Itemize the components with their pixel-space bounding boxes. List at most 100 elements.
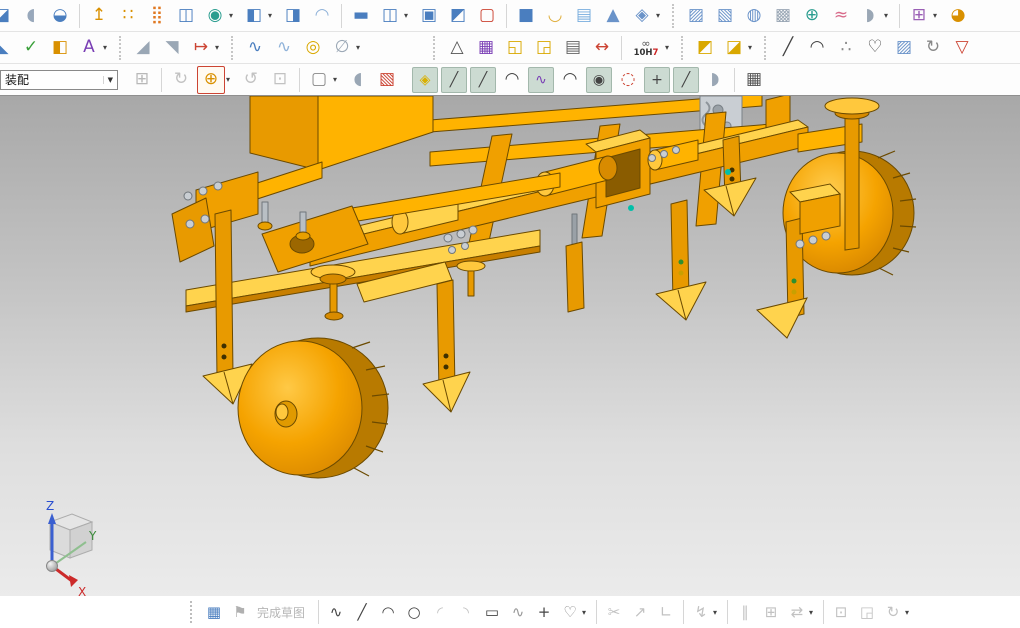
search-fit-button[interactable]: ∞10H7 [628, 35, 664, 61]
sheet-book-button[interactable]: ◗ [857, 3, 883, 29]
dimension-pick-dropdown-arrow[interactable]: ▾ [215, 43, 224, 52]
cone-button[interactable]: ▲ [600, 3, 626, 29]
weld-fillet-button[interactable]: ◢ [130, 35, 156, 61]
heart-curve-button[interactable]: ♡ [862, 35, 888, 61]
tolerance-triangle-button[interactable]: △ [444, 35, 470, 61]
rectangle-button[interactable]: ▭ [480, 600, 504, 624]
make-corner-button[interactable]: ∟ [654, 600, 678, 624]
lock-a-button[interactable]: ◩ [692, 35, 718, 61]
assembly-constraints-button[interactable]: ⊡ [267, 67, 293, 93]
select-box-dropdown-arrow[interactable]: ▾ [333, 75, 342, 84]
pad-button[interactable]: ▤ [571, 3, 597, 29]
curve-gauge-button[interactable]: ⊕ [799, 3, 825, 29]
slab-button[interactable]: ▬ [348, 3, 374, 29]
bend-sheet-button[interactable]: ◡ [542, 3, 568, 29]
reattach-dropdown-arrow[interactable]: ▾ [905, 608, 914, 617]
line-2pt-button[interactable]: ╱ [775, 35, 801, 61]
select-box-button[interactable]: ▢ [306, 67, 332, 93]
rapid-dimension-dropdown-arrow[interactable]: ▾ [713, 608, 722, 617]
arc-button[interactable]: ◠ [376, 600, 400, 624]
extrude-button[interactable]: ↥ [86, 3, 112, 29]
sphere-dropdown-arrow[interactable]: ▾ [656, 11, 665, 20]
rapid-dimension-button[interactable]: ↯ [689, 600, 713, 624]
flange-button[interactable]: ◪ [0, 3, 15, 29]
show-edges-button[interactable]: ▧ [374, 67, 400, 93]
quick-trim-button[interactable]: ✂ [602, 600, 626, 624]
dashed-body-button[interactable]: ▢ [474, 3, 500, 29]
pocket-button[interactable]: ▣ [416, 3, 442, 29]
points-set-button[interactable]: ◱ [502, 35, 528, 61]
pattern-curve-button[interactable]: ⊞ [759, 600, 783, 624]
dimension-pick-button[interactable]: ↦ [188, 35, 214, 61]
snap-surface-button[interactable]: ◗ [702, 67, 728, 93]
arc-3pt-button[interactable]: ◠ [804, 35, 830, 61]
annotation-abc-dropdown-arrow[interactable]: ▾ [103, 43, 112, 52]
mirror-curve-dropdown-arrow[interactable]: ▾ [809, 608, 818, 617]
chamfer-button[interactable]: ◝ [454, 600, 478, 624]
annotation-abc-button[interactable]: A [76, 35, 102, 61]
coil-spring-button[interactable]: ∿ [242, 35, 268, 61]
verify-button[interactable]: ✓ [18, 35, 44, 61]
lock-b-dropdown-arrow[interactable]: ▾ [748, 43, 757, 52]
shell-dropdown-arrow[interactable]: ▾ [404, 11, 413, 20]
lock-b-button[interactable]: ◪ [721, 35, 747, 61]
block-button[interactable]: ■ [513, 3, 539, 29]
point-button[interactable]: + [532, 600, 556, 624]
unite-button[interactable]: ◧ [241, 3, 267, 29]
datum-button[interactable]: ◣ [0, 35, 15, 61]
offset-curve-button[interactable]: ♡ [558, 600, 582, 624]
point-cloud-button[interactable]: ∴ [833, 35, 859, 61]
offset-curve-dropdown-arrow[interactable]: ▾ [582, 608, 591, 617]
line-button[interactable]: ╱ [350, 600, 374, 624]
through-curves-button[interactable]: ▧ [712, 3, 738, 29]
weld-groove-button[interactable]: ◥ [159, 35, 185, 61]
emboss-button[interactable]: ◩ [445, 3, 471, 29]
snap-existing-button[interactable]: ╱ [673, 67, 699, 93]
ruled-surface-button[interactable]: ▨ [683, 3, 709, 29]
boolean-button[interactable]: ◉ [202, 3, 228, 29]
deform-body-button[interactable]: ◕ [945, 3, 971, 29]
move-component-dropdown-arrow[interactable]: ▾ [226, 75, 235, 84]
separator[interactable] [190, 601, 195, 623]
note-button[interactable]: ▤ [560, 35, 586, 61]
circle-button[interactable]: ○ [402, 600, 426, 624]
snap-center-button[interactable]: ◉ [586, 67, 612, 93]
snap-midpoint-button[interactable]: ╱ [470, 67, 496, 93]
shell-button[interactable]: ◫ [377, 3, 403, 29]
sheet-book-dropdown-arrow[interactable]: ▾ [884, 11, 893, 20]
sheet-bend-button[interactable]: ◖ [18, 3, 44, 29]
studio-surface-button[interactable]: ▩ [770, 3, 796, 29]
grid-button[interactable]: ▦ [741, 67, 767, 93]
flow-surface-button[interactable]: ≈ [828, 3, 854, 29]
soft-pick-button[interactable]: ◖ [345, 67, 371, 93]
dish-button[interactable]: ◒ [47, 3, 73, 29]
combobox-arrow-icon[interactable]: ▼ [103, 76, 117, 84]
snap-quadrant-button[interactable]: ◌ [615, 67, 641, 93]
studio-spline-button[interactable]: ∿ [506, 600, 530, 624]
orientation-triad[interactable]: Z Y X [46, 499, 97, 596]
3d-viewport-canvas[interactable]: Z Y X [0, 96, 1020, 596]
left-wheel[interactable] [238, 338, 389, 478]
snap-intersection-button[interactable]: + [644, 67, 670, 93]
move-component-button[interactable]: ⊕ [197, 66, 225, 94]
check-model-button[interactable]: ◧ [47, 35, 73, 61]
unite-dropdown-arrow[interactable]: ▾ [268, 11, 277, 20]
bounded-plane-button[interactable]: ◍ [741, 3, 767, 29]
assembly-mirror-button[interactable]: ⊞ [129, 67, 155, 93]
reattach-button[interactable]: ↻ [881, 600, 905, 624]
geometric-constraints-button[interactable]: ∥ [733, 600, 757, 624]
fillet-button[interactable]: ◜ [428, 600, 452, 624]
circles-set-button[interactable]: ◲ [531, 35, 557, 61]
profile-button[interactable]: ∿ [324, 600, 348, 624]
quick-extend-button[interactable]: ↗ [628, 600, 652, 624]
pattern-feature-button[interactable]: ∷ [115, 3, 141, 29]
derived-lines-button[interactable]: ◲ [855, 600, 879, 624]
move-face-button[interactable]: ⊞ [906, 3, 932, 29]
offset-extract-button[interactable]: ⊡ [829, 600, 853, 624]
no-spring-dropdown-arrow[interactable]: ▾ [356, 43, 365, 52]
scatter-cubes-button[interactable]: ⣿ [144, 3, 170, 29]
rotate-component-button[interactable]: ↺ [238, 67, 264, 93]
no-spring-button[interactable]: ∅ [329, 35, 355, 61]
subtract-button[interactable]: ◨ [280, 3, 306, 29]
sweep-sheet-button[interactable]: ◠ [309, 3, 335, 29]
